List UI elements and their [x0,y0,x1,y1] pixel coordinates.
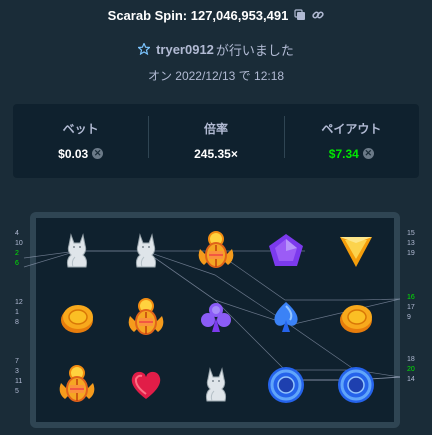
bet-stat: ベット $0.03 ✕ [13,120,148,163]
username-link[interactable]: tryer0912 [156,42,214,57]
cat-statue-symbol [55,229,99,273]
coin-icon: ✕ [92,148,104,159]
cat-statue-symbol [194,363,238,407]
heart-symbol [124,363,168,407]
bet-value-row: $0.03 ✕ [58,146,104,161]
copy-icon[interactable] [294,9,306,21]
payout-stat: ペイアウト $7.34 ✕ [283,115,419,163]
blue-orb-symbol [264,363,308,407]
user-row: tryer0912 が行いました [0,40,432,58]
scarab-symbol [194,229,238,273]
payout-label: ペイアウト [321,121,382,136]
coin-icon: ✕ [362,148,374,159]
bet-title: Scarab Spin: 127,046,953,491 [107,7,289,23]
multiplier-label: 倍率 [203,121,228,136]
scarab-symbol [55,363,99,407]
star-badge-icon [138,43,151,55]
pentagon-gem-symbol [264,229,308,273]
coin-symbol [55,296,99,340]
user-suffix: が行いました [215,42,294,58]
bet-value: $0.03 [58,146,89,161]
blue-orb-symbol [334,363,378,407]
bet-label: ベット [62,121,99,136]
bet-date: オン 2022/12/13 で 12:18 [147,69,285,83]
scarab-symbol [124,296,168,340]
multiplier-stat: 倍率 245.35× [148,115,283,163]
spade-symbol [264,296,308,340]
slot-board: 4 10 2 6 12 1 8 7 3 11 5 15 13 19 16 17 … [0,205,432,435]
multiplier-value: 245.35× [194,146,238,161]
payout-value-row: $7.34 ✕ [329,147,374,161]
link-icon[interactable] [312,9,325,21]
cat-statue-symbol [124,229,168,273]
bet-title-row: Scarab Spin: 127,046,953,491 [0,6,432,24]
bet-stats-panel: ベット $0.03 ✕ 倍率 245.35× ペイアウト $7.34 ✕ [13,104,419,178]
triangle-gem-symbol [334,229,378,273]
coin-symbol [334,296,378,340]
club-symbol [194,296,238,340]
payout-value: $7.34 [328,146,359,161]
